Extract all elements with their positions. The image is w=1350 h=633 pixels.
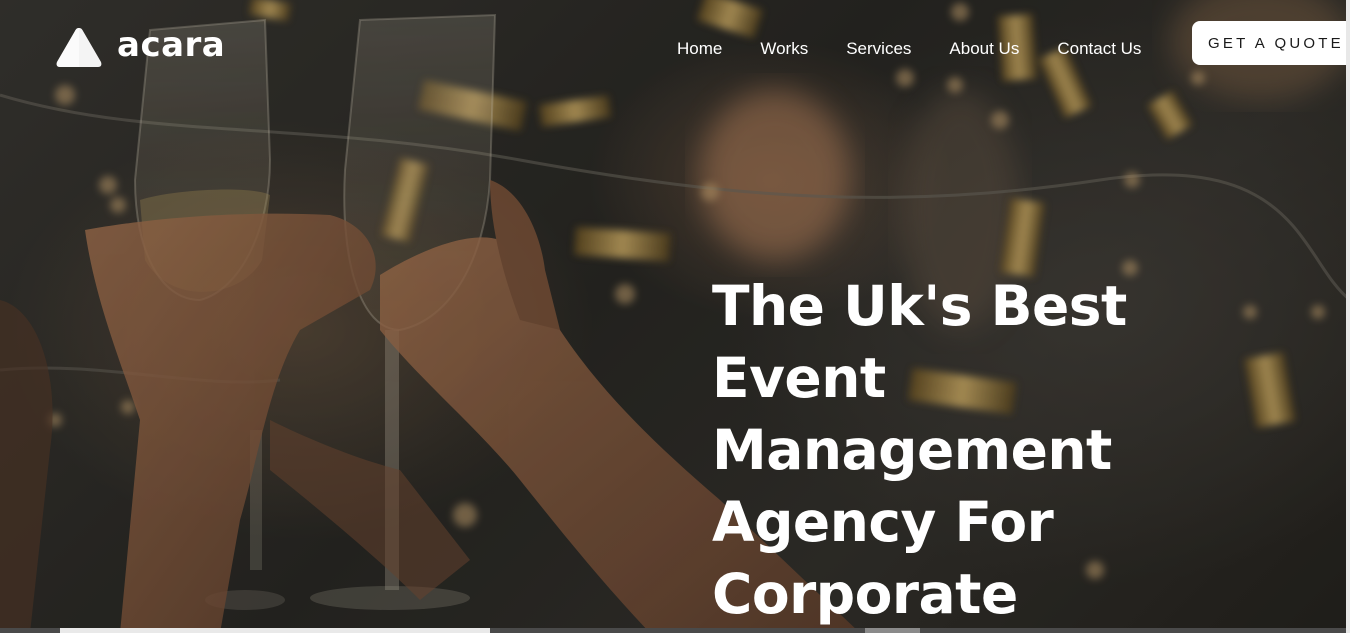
brand-logo[interactable]: acara bbox=[55, 26, 225, 68]
triangle-logo-icon bbox=[56, 28, 102, 67]
brand-name: acara bbox=[117, 25, 226, 65]
hero-title-line: The Uk's Best bbox=[712, 274, 1127, 338]
hero-title-line: Management bbox=[712, 418, 1112, 482]
vertical-scrollbar[interactable] bbox=[1346, 0, 1350, 633]
scrollbar-segment bbox=[865, 628, 920, 633]
hero-title-line: Event bbox=[712, 346, 886, 410]
get-a-quote-button[interactable]: GET A QUOTE bbox=[1192, 21, 1350, 65]
nav-link-about-us[interactable]: About Us bbox=[949, 38, 1019, 60]
horizontal-scrollbar[interactable] bbox=[0, 628, 1350, 633]
scrollbar-thumb[interactable] bbox=[60, 628, 490, 633]
nav-link-works[interactable]: Works bbox=[760, 38, 808, 60]
hero-title-line: Corporate bbox=[712, 562, 1018, 626]
hero-title-line: Agency For bbox=[712, 490, 1054, 554]
hero-section: acara Home Works Services About Us Conta… bbox=[0, 0, 1350, 633]
nav-link-home[interactable]: Home bbox=[677, 38, 722, 60]
hero-title: The Uk's Best Event Management Agency Fo… bbox=[712, 270, 1272, 630]
nav-link-contact-us[interactable]: Contact Us bbox=[1057, 38, 1141, 60]
nav-link-services[interactable]: Services bbox=[846, 38, 911, 60]
main-navigation: Home Works Services About Us Contact Us bbox=[677, 38, 1141, 60]
